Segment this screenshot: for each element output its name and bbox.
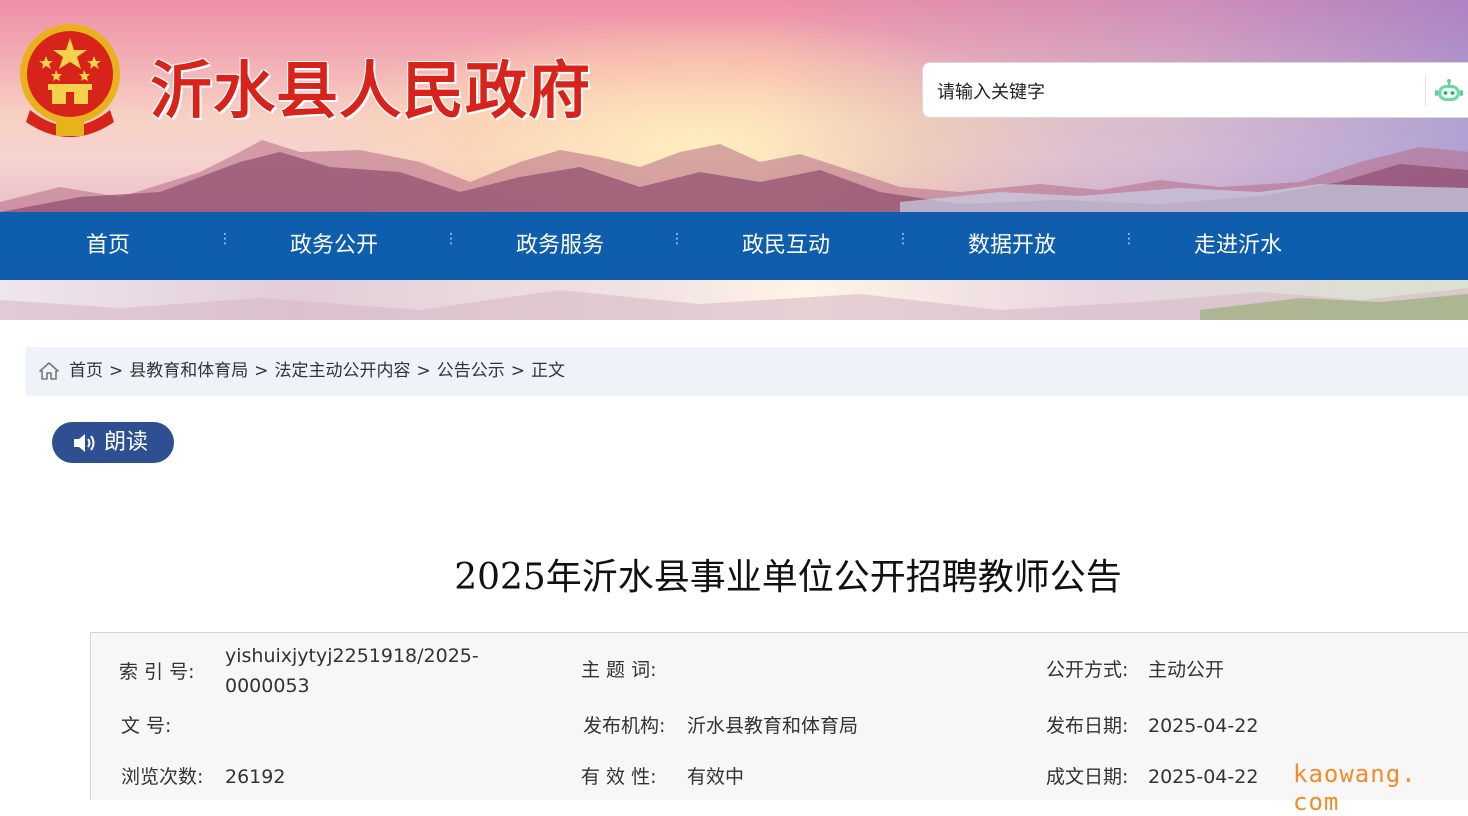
breadcrumb: 首页 > 县教育和体育局 > 法定主动公开内容 > 公告公示 > 正文	[26, 347, 1468, 396]
meta-index-value-line2: 0000053	[225, 675, 310, 697]
nav-item-open-data[interactable]: 数据开放	[912, 212, 1112, 280]
watermark-text: kaowang. com	[1293, 760, 1417, 816]
search-divider	[1425, 75, 1426, 107]
meta-views-value: 26192	[225, 766, 286, 788]
nav-separator: ⋮	[896, 231, 910, 247]
meta-method-label: 公开方式:	[1046, 659, 1129, 681]
nav-item-about[interactable]: 走进沂水	[1138, 212, 1338, 280]
robot-assistant-icon[interactable]	[1435, 77, 1463, 105]
meta-index-value-line1: yishuixjytyj2251918/2025-	[225, 645, 479, 667]
nav-item-home[interactable]: 首页	[8, 212, 208, 280]
meta-index-label: 索 引 号:	[119, 661, 195, 683]
breadcrumb-separator: >	[510, 361, 525, 381]
breadcrumb-link-home[interactable]: 首页	[69, 361, 103, 381]
meta-topic-label: 主 题 词:	[581, 659, 657, 681]
nav-item-services[interactable]: 政务服务	[460, 212, 660, 280]
home-icon	[39, 362, 59, 380]
nav-separator: ⋮	[444, 231, 458, 247]
breadcrumb-trail: 首页 > 县教育和体育局 > 法定主动公开内容 > 公告公示 > 正文	[69, 347, 565, 396]
banner-lower-strip	[0, 280, 1468, 320]
breadcrumb-link-disclosure[interactable]: 法定主动公开内容	[275, 361, 411, 381]
speaker-icon	[74, 434, 95, 452]
national-emblem-icon	[20, 24, 120, 137]
meta-method-value: 主动公开	[1148, 659, 1225, 681]
article-title: 2025年沂水县事业单位公开招聘教师公告	[454, 557, 1122, 598]
meta-validity-label: 有 效 性:	[581, 766, 657, 788]
document-meta-table: 索 引 号: yishuixjytyj2251918/2025- 0000053…	[90, 632, 1468, 800]
breadcrumb-separator: >	[416, 361, 431, 381]
meta-validity-value: 有效中	[687, 766, 745, 788]
breadcrumb-separator: >	[254, 361, 269, 381]
breadcrumb-link-notices[interactable]: 公告公示	[437, 361, 505, 381]
lower-strip-hills	[0, 288, 1468, 320]
search-input[interactable]	[935, 78, 1409, 106]
nav-separator: ⋮	[1122, 231, 1136, 247]
meta-org-value: 沂水县教育和体育局	[687, 715, 859, 737]
meta-views-label: 浏览次数:	[121, 766, 204, 788]
meta-docno-label: 文 号:	[121, 715, 172, 737]
breadcrumb-separator: >	[109, 361, 124, 381]
main-nav: 首页 ⋮ 政务公开 ⋮ 政务服务 ⋮ 政民互动 ⋮ 数据开放 ⋮ 走进沂水	[0, 212, 1468, 280]
breadcrumb-link-bureau[interactable]: 县教育和体育局	[129, 361, 248, 381]
breadcrumb-current: 正文	[531, 361, 565, 381]
meta-written-date-label: 成文日期:	[1046, 766, 1129, 788]
nav-item-open-gov[interactable]: 政务公开	[234, 212, 434, 280]
nav-separator: ⋮	[670, 231, 684, 247]
meta-org-label: 发布机构:	[583, 715, 666, 737]
meta-pubdate-value: 2025-04-22	[1148, 715, 1259, 737]
site-title: 沂水县人民政府	[150, 54, 592, 127]
nav-separator: ⋮	[218, 231, 232, 247]
search-box	[922, 62, 1468, 118]
read-aloud-button[interactable]: 朗读	[52, 422, 174, 463]
header-banner: 沂水县人民政府	[0, 0, 1468, 212]
nav-item-interaction[interactable]: 政民互动	[686, 212, 886, 280]
meta-pubdate-label: 发布日期:	[1046, 715, 1129, 737]
read-aloud-label: 朗读	[104, 430, 149, 455]
meta-written-date-value: 2025-04-22	[1148, 766, 1259, 788]
